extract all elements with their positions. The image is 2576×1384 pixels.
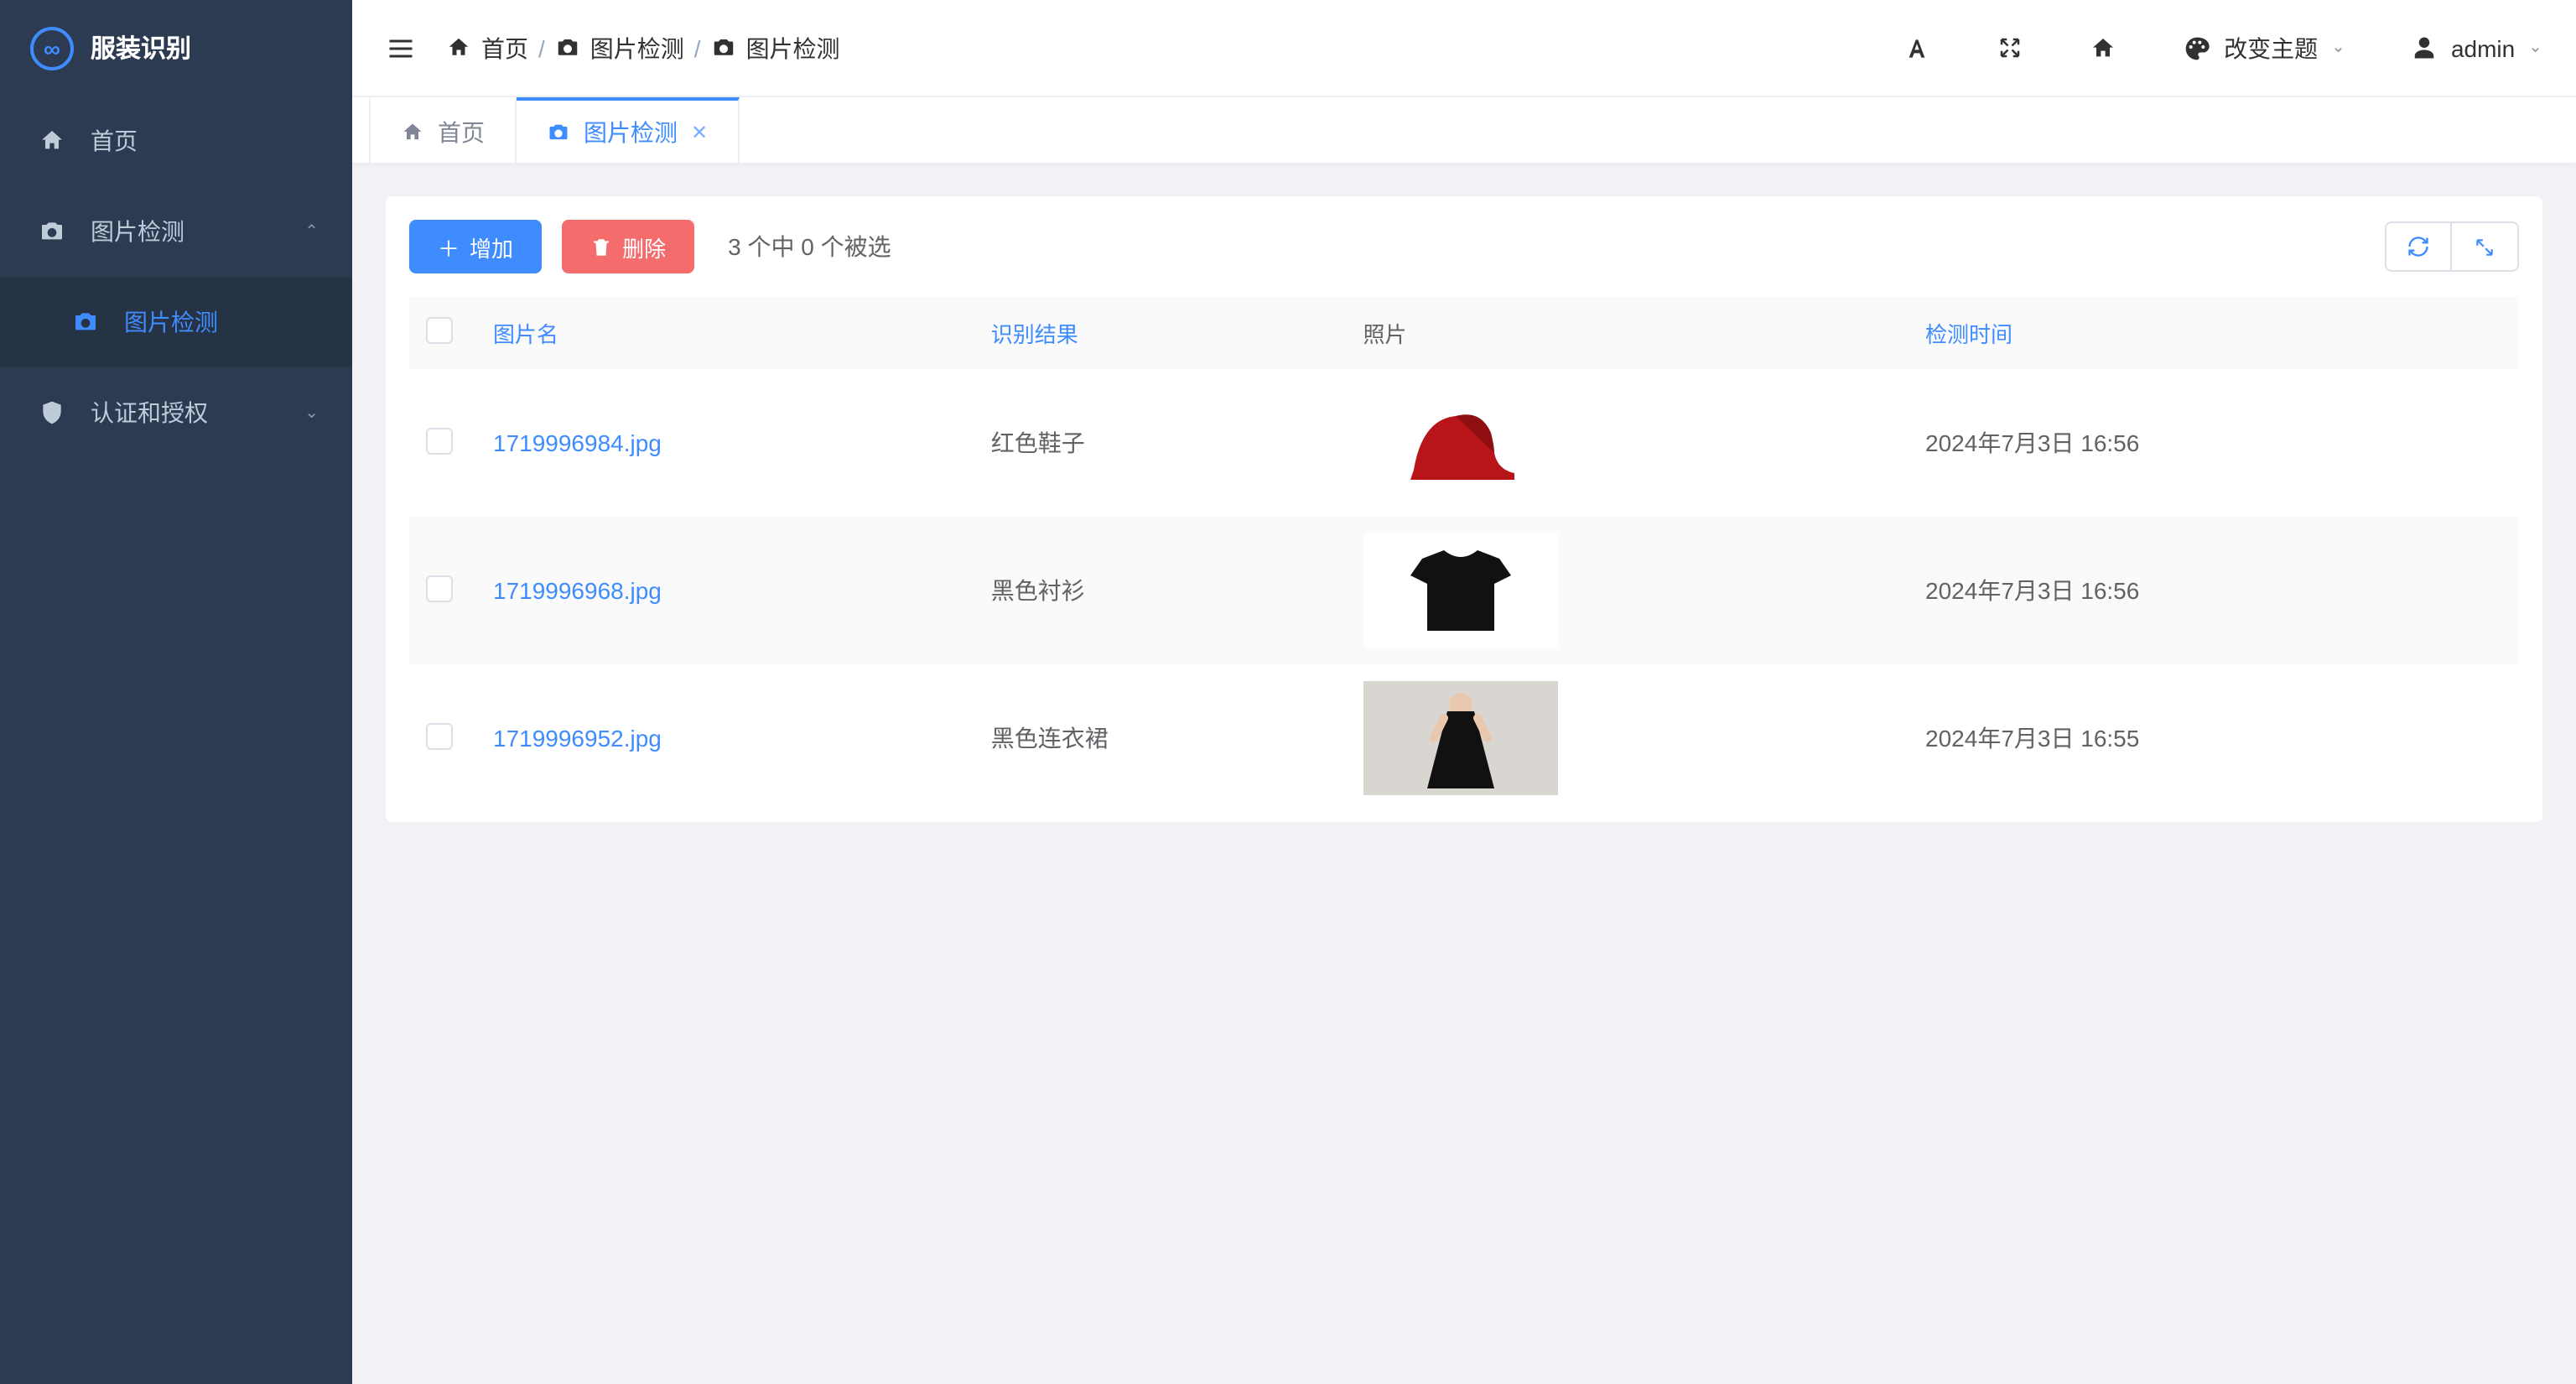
thumbnail-image[interactable] xyxy=(1363,386,1558,500)
time-text: 2024年7月3日 16:55 xyxy=(1925,725,2139,752)
camera-icon xyxy=(37,218,67,245)
home-icon xyxy=(401,120,424,143)
brand: ∞ 服装识别 xyxy=(0,0,352,96)
row-checkbox[interactable] xyxy=(426,722,453,749)
button-label: 删除 xyxy=(622,231,666,263)
table-row[interactable]: 1719996952.jpg 黑色连衣裙 2024年7月3日 16:55 xyxy=(409,664,2519,812)
topbar: 首页 / 图片检测 / 图片检测 xyxy=(352,0,2576,96)
theme-label: 改变主题 xyxy=(2224,31,2318,65)
toolbar: ＋ 增加 删除 3 个中 0 个被选 xyxy=(386,220,2542,297)
result-text: 黑色衬衫 xyxy=(991,577,1085,604)
col-label: 图片名 xyxy=(493,322,558,347)
main-area: 首页 / 图片检测 / 图片检测 xyxy=(352,0,2576,1384)
brand-text: 服装识别 xyxy=(91,30,191,65)
col-time[interactable]: 检测时间 xyxy=(1909,297,2519,369)
chevron-up-icon: ⌃ xyxy=(304,222,319,241)
sidebar-item-image-detect[interactable]: 图片检测 ⌃ xyxy=(0,186,352,277)
close-icon[interactable]: ✕ xyxy=(691,120,708,143)
palette-icon xyxy=(2184,34,2210,61)
sidebar: ∞ 服装识别 首页 图片检测 ⌃ 图片检测 xyxy=(0,0,352,1384)
breadcrumb-l2: 图片检测 xyxy=(711,31,840,65)
selection-info: 3 个中 0 个被选 xyxy=(728,230,891,263)
breadcrumb-sep: / xyxy=(538,34,545,61)
row-checkbox[interactable] xyxy=(426,575,453,601)
button-label: 增加 xyxy=(470,231,513,263)
select-all-checkbox[interactable] xyxy=(426,317,453,344)
sidebar-menu: 首页 图片检测 ⌃ 图片检测 认证和授权 ⌄ xyxy=(0,96,352,1384)
user-menu[interactable]: admin ⌄ xyxy=(2412,34,2542,61)
plus-icon: ＋ xyxy=(438,231,460,263)
sidebar-item-label: 认证和授权 xyxy=(91,396,208,429)
breadcrumb-label: 图片检测 xyxy=(590,31,684,65)
home-button[interactable] xyxy=(2090,34,2116,61)
user-icon xyxy=(2412,35,2438,60)
camera-icon xyxy=(70,309,101,336)
breadcrumb: 首页 / 图片检测 / 图片检测 xyxy=(446,31,840,65)
sidebar-item-home[interactable]: 首页 xyxy=(0,96,352,186)
theme-button[interactable]: 改变主题 ⌄ xyxy=(2184,31,2345,65)
home-icon xyxy=(37,127,67,154)
result-text: 红色鞋子 xyxy=(991,429,1085,456)
chevron-down-icon: ⌄ xyxy=(2528,39,2542,57)
logo-icon: ∞ xyxy=(30,26,74,70)
camera-icon xyxy=(711,35,736,60)
tab-label: 图片检测 xyxy=(584,115,678,148)
thumbnail-image[interactable] xyxy=(1363,533,1558,648)
shield-icon xyxy=(37,399,67,426)
toolbar-right xyxy=(2385,221,2519,272)
sidebar-item-label: 首页 xyxy=(91,124,138,158)
sidebar-item-auth[interactable]: 认证和授权 ⌄ xyxy=(0,367,352,458)
fullscreen-button[interactable] xyxy=(1997,35,2023,60)
time-text: 2024年7月3日 16:56 xyxy=(1925,577,2139,604)
file-link[interactable]: 1719996968.jpg xyxy=(493,577,662,604)
tab-label: 首页 xyxy=(438,115,485,148)
col-label: 检测时间 xyxy=(1925,322,2012,347)
sidebar-item-image-detect-sub[interactable]: 图片检测 xyxy=(0,277,352,367)
chevron-down-icon: ⌄ xyxy=(304,403,319,422)
col-name[interactable]: 图片名 xyxy=(476,297,974,369)
breadcrumb-label: 首页 xyxy=(481,31,528,65)
delete-button[interactable]: 删除 xyxy=(562,220,694,273)
sidebar-item-label: 图片检测 xyxy=(91,215,184,248)
tab-image-detect[interactable]: 图片检测 ✕ xyxy=(517,97,740,163)
col-label: 识别结果 xyxy=(991,322,1078,347)
home-icon xyxy=(446,35,471,60)
col-label: 照片 xyxy=(1363,322,1407,347)
add-button[interactable]: ＋ 增加 xyxy=(409,220,542,273)
camera-icon xyxy=(547,120,570,143)
breadcrumb-home[interactable]: 首页 xyxy=(446,31,528,65)
topbar-right: 改变主题 ⌄ admin ⌄ xyxy=(1903,31,2542,65)
tab-home[interactable]: 首页 xyxy=(369,97,517,163)
camera-icon xyxy=(555,35,580,60)
row-checkbox[interactable] xyxy=(426,427,453,454)
chevron-down-icon: ⌄ xyxy=(2331,39,2345,57)
table-row[interactable]: 1719996984.jpg 红色鞋子 2024年7月3日 16:56 xyxy=(409,369,2519,517)
breadcrumb-sep: / xyxy=(694,34,701,61)
thumbnail-image[interactable] xyxy=(1363,681,1558,795)
data-card: ＋ 增加 删除 3 个中 0 个被选 xyxy=(386,196,2542,822)
file-link[interactable]: 1719996984.jpg xyxy=(493,429,662,456)
expand-button[interactable] xyxy=(2452,221,2519,272)
sidebar-item-label: 图片检测 xyxy=(124,305,218,339)
time-text: 2024年7月3日 16:56 xyxy=(1925,429,2139,456)
hamburger-icon[interactable] xyxy=(386,33,416,63)
user-label: admin xyxy=(2451,34,2515,61)
file-link[interactable]: 1719996952.jpg xyxy=(493,725,662,752)
col-photo: 照片 xyxy=(1347,297,1909,369)
table-row[interactable]: 1719996968.jpg 黑色衬衫 2024年7月3日 16:56 xyxy=(409,517,2519,664)
breadcrumb-label: 图片检测 xyxy=(746,31,840,65)
tabs: 首页 图片检测 ✕ xyxy=(352,96,2576,163)
data-table: 图片名 识别结果 照片 检测时间 1719996984.jpg 红色鞋子 2024年… xyxy=(409,297,2519,812)
font-size-button[interactable] xyxy=(1903,34,1930,61)
content: ＋ 增加 删除 3 个中 0 个被选 xyxy=(352,163,2576,1384)
breadcrumb-l1[interactable]: 图片检测 xyxy=(555,31,684,65)
col-result[interactable]: 识别结果 xyxy=(974,297,1347,369)
result-text: 黑色连衣裙 xyxy=(991,725,1109,752)
refresh-button[interactable] xyxy=(2385,221,2452,272)
trash-icon xyxy=(590,236,612,258)
